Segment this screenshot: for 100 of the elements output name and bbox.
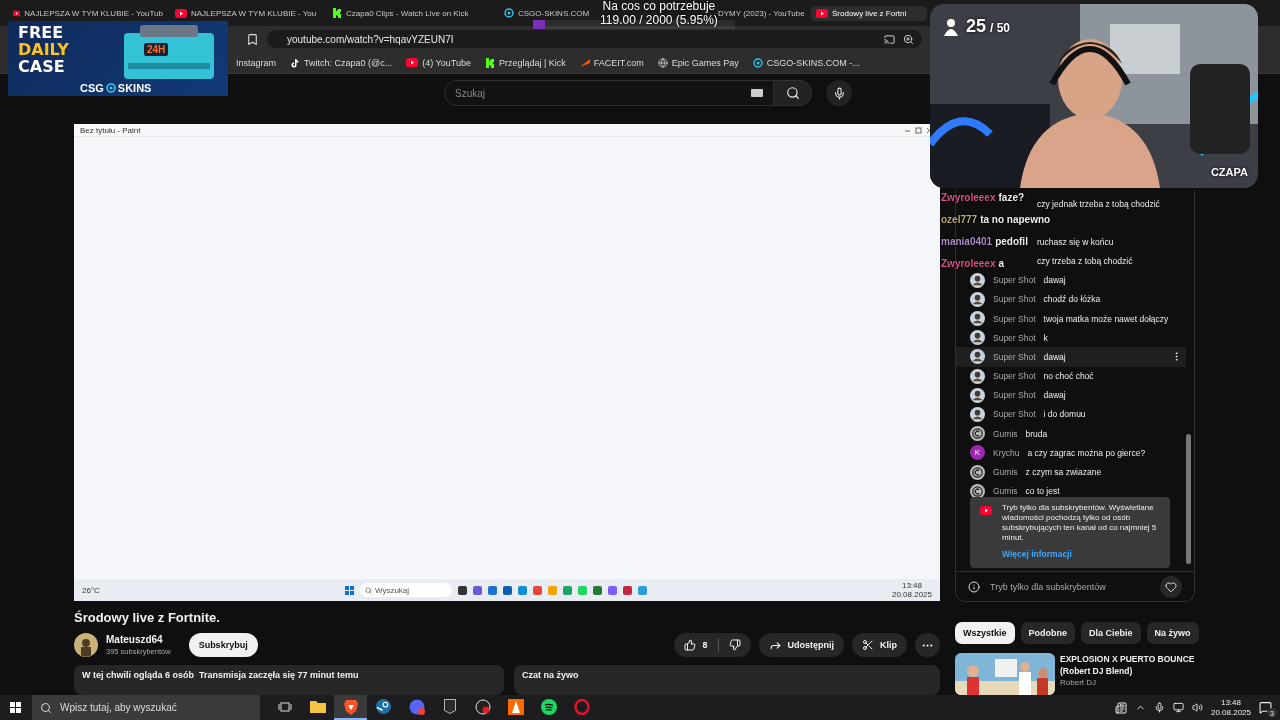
channel-avatar[interactable] [74,633,98,657]
author-name: Super Shot [993,332,1036,343]
message-text: faze? [998,191,1025,204]
thumbs-up-icon [684,639,697,651]
username: Zwyroleeex [941,191,996,204]
goal-title: Na cos co potrzebuje [602,0,716,13]
share-button[interactable]: Udostępnij [758,633,844,657]
address-bar[interactable]: youtube.com/watch?v=hqavYZEUN7I [267,30,922,48]
message-text: ta no napewno [980,213,1051,226]
author-name: Super Shot [993,371,1036,382]
browser-tab[interactable]: CSGO-SKINS.COM [499,5,597,21]
bookmark[interactable]: CSGO-SKINS.COM -... [752,57,860,68]
avatar [970,272,985,288]
message-text: dawaj [1043,351,1066,362]
video-player[interactable]: Bez tytułu - Paint 26°C Wyszukaj 13:48 20.08.2025 [74,124,940,601]
channel-name[interactable]: Mateuszd64 [106,634,171,645]
kick-icon [484,57,495,68]
message-text: ruchasz się w końcu [1037,236,1114,247]
bookmark[interactable]: Twitch: Czapa0 (@c... [290,57,393,68]
avatar [970,368,985,384]
ad-text: CASE [18,58,65,75]
filter-chip[interactable]: Na żywo [1146,622,1199,644]
mic-icon[interactable] [1153,702,1165,713]
youtube-icon [816,8,828,18]
author-name: Gumis [993,467,1018,478]
task-view-icon [277,700,292,713]
filter-chip[interactable]: Podobne [1020,622,1076,644]
globe-icon [657,57,668,68]
notifications-icon[interactable] [1259,701,1272,714]
author-name: Gumis [993,486,1018,497]
youtube-icon [13,8,21,18]
message-text: dawaj [1043,390,1066,401]
zoom-icon[interactable] [903,33,914,45]
like-button[interactable]: 8 [674,633,751,657]
message-text: a czy zagrac można po gierce? [1027,447,1146,458]
browser-tab[interactable]: NAJLEPSZA W TYM KLUBIE - YouTub [8,5,168,21]
search-icon [785,86,800,100]
bookmark[interactable]: Przeglądaj | Kick [484,57,566,68]
youtube-icon [406,58,419,67]
goal-amount: 119.00 / 2000 (5.95%) [600,14,718,27]
mic-button[interactable] [826,80,852,106]
message-text: no choć choć [1043,371,1094,382]
faceit-icon [579,57,590,68]
clip-button[interactable]: Klip [852,633,907,657]
search-field[interactable]: Wyszukaj [359,583,452,597]
message-text: bruda [1025,428,1048,439]
avatar [970,311,985,327]
news-icon[interactable] [1114,701,1127,714]
message-text: pedofil [995,235,1028,248]
bookmark[interactable]: Epic Games Pay [657,57,739,68]
kick-icon [332,8,342,18]
filter-chip[interactable]: Dla Ciebie [1081,622,1141,644]
video-title: Środowy live z Fortnite. [74,610,221,625]
message-text: czy trzeba z tobą chodzić [1037,255,1133,266]
avatar [970,291,985,307]
ad-text: DAILY [18,41,69,58]
chat-toggle[interactable]: Czat na żywo [514,665,940,695]
search-button[interactable] [774,80,812,106]
browser-tab[interactable]: Środowy live z Fortni [811,5,927,21]
cast-icon[interactable] [884,33,895,45]
video-title[interactable]: EXPLOSION X PUERTO BOUNCE (Robert DJ Blend) [1060,653,1195,677]
browser-tab[interactable]: NAJLEPSZA W TYM KLUBIE - You [170,5,325,21]
counter-total: / 50 [990,21,1011,35]
avatar [970,406,985,422]
heart-icon [1165,580,1177,593]
record-icon [474,698,491,715]
browser-tab[interactable]: Czapa0 Clips - Watch Live on Kick [327,5,497,21]
message-text: dawaj [1043,275,1066,286]
avatar [970,349,985,365]
volume-icon[interactable] [1191,702,1203,713]
network-icon[interactable] [1172,702,1184,713]
more-button[interactable] [915,633,940,657]
author-name: Super Shot [993,294,1036,305]
bookmark[interactable]: FACEIT.com [579,57,644,68]
heart-button[interactable] [1160,575,1182,598]
author-name: Super Shot [993,390,1036,401]
counter-value: 25 [966,16,987,37]
message-text: k [1043,332,1048,343]
description-box[interactable]: W tej chwili ogląda 6 osób Transmisja zaczęła się 77 minut temu [74,665,504,695]
cone-icon [507,698,524,715]
more-info-link[interactable]: Więcej informacji [1002,549,1072,559]
bookmark[interactable]: (4) YouTube [406,57,471,68]
search-icon [364,586,372,594]
folder-icon [309,700,326,713]
bookmark-icon[interactable] [246,32,259,46]
streamer-name: CZAPA [1210,166,1248,178]
taskbar-search[interactable]: Wpisz tutaj, aby wyszukać [32,695,260,720]
bookmark[interactable]: Instagram [236,57,277,68]
scissors-icon [862,639,874,651]
steam-icon [376,699,391,714]
youtube-icon [980,506,992,515]
target-icon [752,57,763,68]
subscribe-button[interactable]: Subskrybuj [188,633,258,657]
message-text: i do domuu [1043,409,1086,420]
avatar: K [970,445,985,461]
weather-text: 26°C [82,585,100,595]
clock[interactable]: 13:48 20.08.2025 [1210,697,1251,718]
filter-chip[interactable]: Wszystkie [955,622,1015,644]
search-field[interactable]: Szukaj [444,80,774,106]
scrollbar[interactable] [1186,434,1191,564]
